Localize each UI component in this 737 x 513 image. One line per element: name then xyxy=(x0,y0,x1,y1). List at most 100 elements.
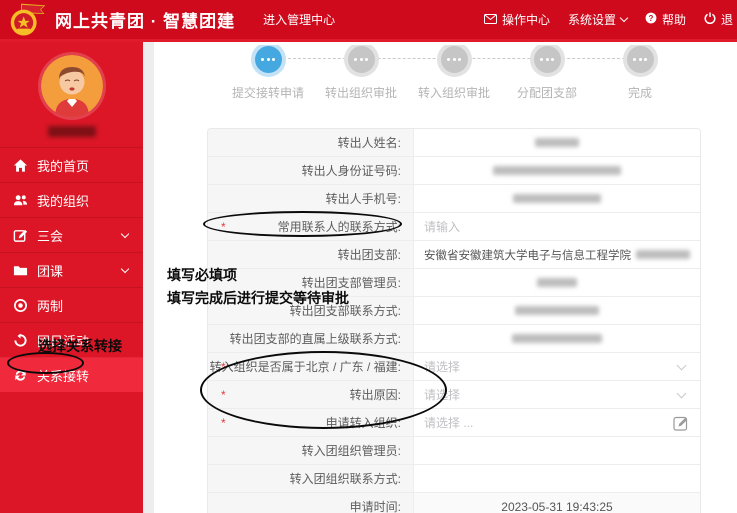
nav-system-settings[interactable]: 系统设置 xyxy=(567,11,629,28)
field-label: 转出团支部: xyxy=(208,241,414,268)
step-assign-branch: 分配团支部 xyxy=(502,45,592,101)
field-value-empty xyxy=(414,465,700,492)
region-select[interactable]: 请选择 xyxy=(414,353,700,380)
sidebar-item-label: 关系接转 xyxy=(37,368,90,384)
redacted-value xyxy=(535,138,579,147)
table-row: * 申请转入组织: 请选择 ... xyxy=(208,409,700,437)
field-value xyxy=(414,129,700,156)
step-submit: 提交接转申请 xyxy=(223,45,313,101)
table-row: 转出人身份证号码: xyxy=(208,157,700,185)
sidebar-item-relation-transfer[interactable]: 关系接转 xyxy=(0,357,143,392)
step-circle xyxy=(626,46,654,73)
table-row: * 转出原因: 请选择 xyxy=(208,381,700,409)
table-row: 申请时间: 2023-05-31 19:43:25 xyxy=(208,493,700,513)
field-label: 转入团组织管理员: xyxy=(208,437,414,464)
step-circle xyxy=(533,46,561,73)
sidebar-item-tuanke[interactable]: 团课 xyxy=(0,252,143,287)
chevron-down-icon xyxy=(676,360,687,371)
step-label: 完成 xyxy=(627,86,652,100)
app-title: 网上共青团 · 智慧团建 xyxy=(55,12,236,31)
table-row: 转出人手机号: xyxy=(208,185,700,213)
field-label: * 转入组织是否属于北京 / 广东 / 福建: xyxy=(208,353,414,380)
envelope-icon xyxy=(483,13,497,27)
sidebar-item-sanhui[interactable]: 三会 xyxy=(0,217,143,252)
field-label: * 申请转入组织: xyxy=(208,409,414,436)
sidebar-item-label: 团日活动 xyxy=(37,333,90,349)
field-label: 转出人手机号: xyxy=(208,185,414,212)
field-label: 转出团支部的直属上级联系方式: xyxy=(208,325,414,352)
target-org-picker[interactable]: 请选择 ... xyxy=(414,409,700,436)
field-value-empty xyxy=(414,437,700,464)
contact-input[interactable]: 请输入 xyxy=(414,213,700,240)
field-label: 转出团支部管理员: xyxy=(208,269,414,296)
nav-logout[interactable]: 退 xyxy=(704,11,733,28)
field-value xyxy=(414,325,700,352)
redacted-value xyxy=(636,250,690,259)
edit-icon xyxy=(13,228,28,243)
enter-admin-link[interactable]: 进入管理中心 xyxy=(263,11,335,28)
required-asterisk: * xyxy=(221,360,226,374)
sidebar-item-liangzhi[interactable]: 两制 xyxy=(0,287,143,322)
table-row: 转出团支部联系方式: xyxy=(208,297,700,325)
field-value xyxy=(414,269,700,296)
reason-select[interactable]: 请选择 xyxy=(414,381,700,408)
nav-label: 帮助 xyxy=(661,13,686,27)
power-icon xyxy=(704,12,716,27)
table-row: 转出团支部的直属上级联系方式: xyxy=(208,325,700,353)
sidebar-item-label: 两制 xyxy=(37,298,64,314)
table-row: 转出团支部: 安徽省安徽建筑大学电子与信息工程学院 xyxy=(208,241,700,269)
transfer-form-table: 转出人姓名: 转出人身份证号码: 转出人手机号: * 常用联系人的联系方式: 请… xyxy=(207,128,701,513)
redacted-value xyxy=(537,278,577,287)
transfer-icon xyxy=(13,368,28,383)
required-asterisk: * xyxy=(221,416,226,430)
sidebar-item-label: 我的组织 xyxy=(37,193,90,209)
application-time-value: 2023-05-31 19:43:25 xyxy=(414,493,700,513)
field-label: 转出人姓名: xyxy=(208,129,414,156)
step-out-approval: 转出组织审批 xyxy=(316,45,406,101)
question-circle-icon: ? xyxy=(645,12,657,27)
table-row: 转出人姓名: xyxy=(208,129,700,157)
table-row: 转入团组织联系方式: xyxy=(208,465,700,493)
field-label: * 转出原因: xyxy=(208,381,414,408)
sidebar-item-activity[interactable]: 团日活动 xyxy=(0,322,143,357)
step-label: 转入组织审批 xyxy=(417,86,490,100)
table-row: * 转入组织是否属于北京 / 广东 / 福建: 请选择 xyxy=(208,353,700,381)
header-nav: 操作中心 系统设置 ? 帮助 退 xyxy=(483,11,737,28)
nav-label: 系统设置 xyxy=(567,13,616,27)
chevron-down-icon xyxy=(120,264,130,274)
nav-operation-center[interactable]: 操作中心 xyxy=(483,11,550,28)
avatar xyxy=(40,55,103,117)
app-window: 网上共青团 · 智慧团建 进入管理中心 操作中心 系统设置 ? 帮助 退 我的首… xyxy=(0,0,737,513)
field-label: 转入团组织联系方式: xyxy=(208,465,414,492)
sidebar-item-organization[interactable]: 我的组织 xyxy=(0,182,143,217)
field-label: 申请时间: xyxy=(208,493,414,513)
nav-label: 退 xyxy=(720,13,733,27)
edit-icon[interactable] xyxy=(673,415,689,431)
field-value xyxy=(414,185,700,212)
table-row: * 常用联系人的联系方式: 请输入 xyxy=(208,213,700,241)
field-label: 转出团支部联系方式: xyxy=(208,297,414,324)
field-value: 安徽省安徽建筑大学电子与信息工程学院 xyxy=(414,241,700,268)
required-asterisk: * xyxy=(221,220,226,234)
step-label: 提交接转申请 xyxy=(231,86,304,100)
top-header: 网上共青团 · 智慧团建 进入管理中心 操作中心 系统设置 ? 帮助 退 xyxy=(0,0,737,42)
chevron-down-icon xyxy=(676,388,687,399)
svg-text:?: ? xyxy=(649,14,654,23)
field-value xyxy=(414,297,700,324)
nav-label: 操作中心 xyxy=(501,13,550,27)
home-icon xyxy=(13,158,28,173)
sidebar-item-home[interactable]: 我的首页 xyxy=(0,147,143,182)
field-label: 转出人身份证号码: xyxy=(208,157,414,184)
main-content: 提交接转申请 转出组织审批 转入组织审批 分配团支部 完成 转出人姓名: 转出人… xyxy=(154,45,737,513)
step-in-approval: 转入组织审批 xyxy=(409,45,499,101)
table-row: 转入团组织管理员: xyxy=(208,437,700,465)
redacted-value xyxy=(493,166,621,175)
activity-icon xyxy=(13,332,28,348)
user-name-redacted xyxy=(47,126,96,137)
required-asterisk: * xyxy=(221,388,226,402)
table-row: 转出团支部管理员: xyxy=(208,269,700,297)
field-label: * 常用联系人的联系方式: xyxy=(208,213,414,240)
chevron-down-icon xyxy=(120,229,130,239)
step-circle xyxy=(440,46,468,73)
nav-help[interactable]: ? 帮助 xyxy=(645,11,686,28)
